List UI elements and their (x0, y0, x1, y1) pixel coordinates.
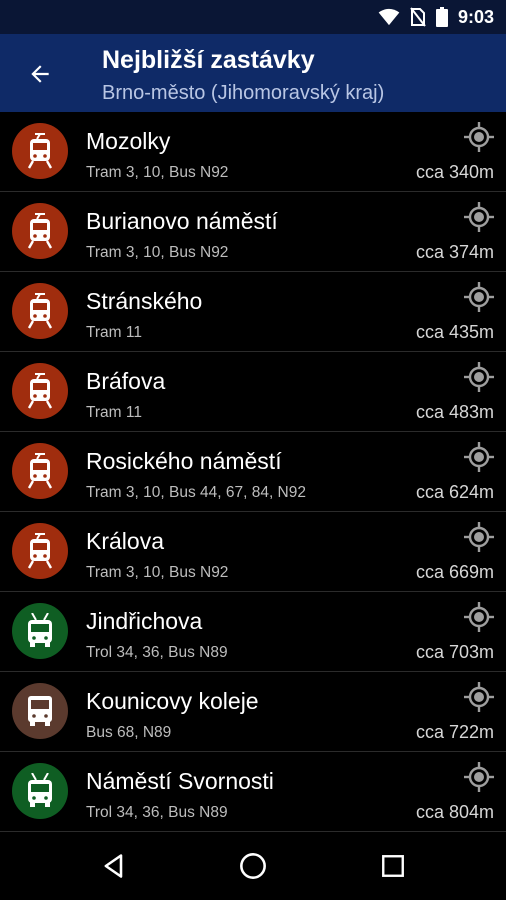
stop-list: Mozolky Tram 3, 10, Bus N92 cca 340m Burian… (0, 112, 506, 832)
stop-distance: cca 703m (415, 642, 494, 662)
battery-icon (435, 7, 448, 27)
stop-row[interactable]: Stránského Tram 11 cca 435m (0, 272, 506, 352)
stop-name: Kounicovy koleje (86, 688, 259, 714)
stop-distance: cca 722m (415, 722, 494, 742)
stop-distance: cca 340m (415, 162, 494, 182)
stop-name: Rosického náměstí (86, 448, 282, 474)
stop-lines: Trol 34, 36, Bus N89 (86, 804, 228, 821)
stop-name: Králova (86, 528, 164, 554)
locate-icon[interactable] (462, 360, 496, 394)
locate-icon[interactable] (462, 680, 496, 714)
back-triangle-icon (104, 854, 123, 878)
stop-lines: Tram 3, 10, Bus N92 (86, 164, 229, 181)
tram-icon (12, 443, 68, 499)
stop-distance: cca 374m (415, 242, 494, 262)
locate-icon[interactable] (462, 760, 496, 794)
no-sim-icon (410, 7, 426, 27)
status-time: 9:03 (457, 6, 494, 27)
arrow-back-icon (31, 65, 49, 83)
app-bar: Nejbližší zastávky Brno-město (Jihomorav… (0, 34, 506, 112)
wifi-icon (378, 8, 400, 26)
stop-lines: Tram 11 (86, 404, 142, 421)
stop-lines: Tram 11 (86, 324, 142, 341)
stop-row[interactable]: Bráfova Tram 11 cca 483m (0, 352, 506, 432)
tram-icon (12, 283, 68, 339)
stop-distance: cca 483m (415, 402, 494, 422)
tram-icon (12, 523, 68, 579)
nav-back-button[interactable] (94, 846, 134, 886)
stop-distance: cca 804m (415, 802, 494, 822)
locate-icon[interactable] (462, 120, 496, 154)
nav-recents-button[interactable] (373, 846, 413, 886)
stop-name: Burianovo náměstí (86, 208, 278, 234)
page-subtitle: Brno-město (Jihomoravský kraj) (102, 82, 385, 104)
stop-row[interactable]: Králova Tram 3, 10, Bus N92 cca 669m (0, 512, 506, 592)
stop-row[interactable]: Jindřichova Trol 34, 36, Bus N89 cca 703m (0, 592, 506, 672)
locate-icon[interactable] (462, 600, 496, 634)
tram-icon (12, 203, 68, 259)
stop-lines: Trol 34, 36, Bus N89 (86, 644, 228, 661)
stop-lines: Tram 3, 10, Bus N92 (86, 244, 229, 261)
navigation-bar (0, 832, 506, 900)
status-bar: 9:03 (0, 0, 506, 34)
locate-icon[interactable] (462, 440, 496, 474)
recents-square-icon (382, 855, 404, 877)
stop-name: Stránského (86, 288, 203, 314)
stop-name: Jindřichova (86, 608, 203, 634)
back-button[interactable] (20, 54, 60, 94)
stop-row[interactable]: Náměstí Svornosti Trol 34, 36, Bus N89 cca… (0, 752, 506, 832)
stop-row[interactable]: Mozolky Tram 3, 10, Bus N92 cca 340m (0, 112, 506, 192)
stop-distance: cca 624m (415, 482, 494, 502)
tram-icon (12, 123, 68, 179)
stop-name: Mozolky (86, 128, 171, 154)
page-title: Nejbližší zastávky (102, 46, 315, 74)
locate-icon[interactable] (462, 520, 496, 554)
stop-name: Náměstí Svornosti (86, 768, 274, 794)
stop-row[interactable]: Kounicovy koleje Bus 68, N89 cca 722m (0, 672, 506, 752)
locate-icon[interactable] (462, 280, 496, 314)
stop-name: Bráfova (86, 368, 166, 394)
trolleybus-icon (12, 763, 68, 819)
stop-lines: Tram 3, 10, Bus N92 (86, 564, 229, 581)
home-circle-icon (240, 853, 266, 879)
stop-lines: Tram 3, 10, Bus 44, 67, 84, N92 (86, 484, 306, 501)
bus-icon (12, 683, 68, 739)
stop-lines: Bus 68, N89 (86, 724, 172, 741)
stop-distance: cca 669m (415, 562, 494, 582)
nav-home-button[interactable] (233, 846, 273, 886)
tram-icon (12, 363, 68, 419)
stop-row[interactable]: Burianovo náměstí Tram 3, 10, Bus N92 cca … (0, 192, 506, 272)
stop-row[interactable]: Rosického náměstí Tram 3, 10, Bus 44, 67,… (0, 432, 506, 512)
trolleybus-icon (12, 603, 68, 659)
stop-distance: cca 435m (415, 322, 494, 342)
locate-icon[interactable] (462, 200, 496, 234)
